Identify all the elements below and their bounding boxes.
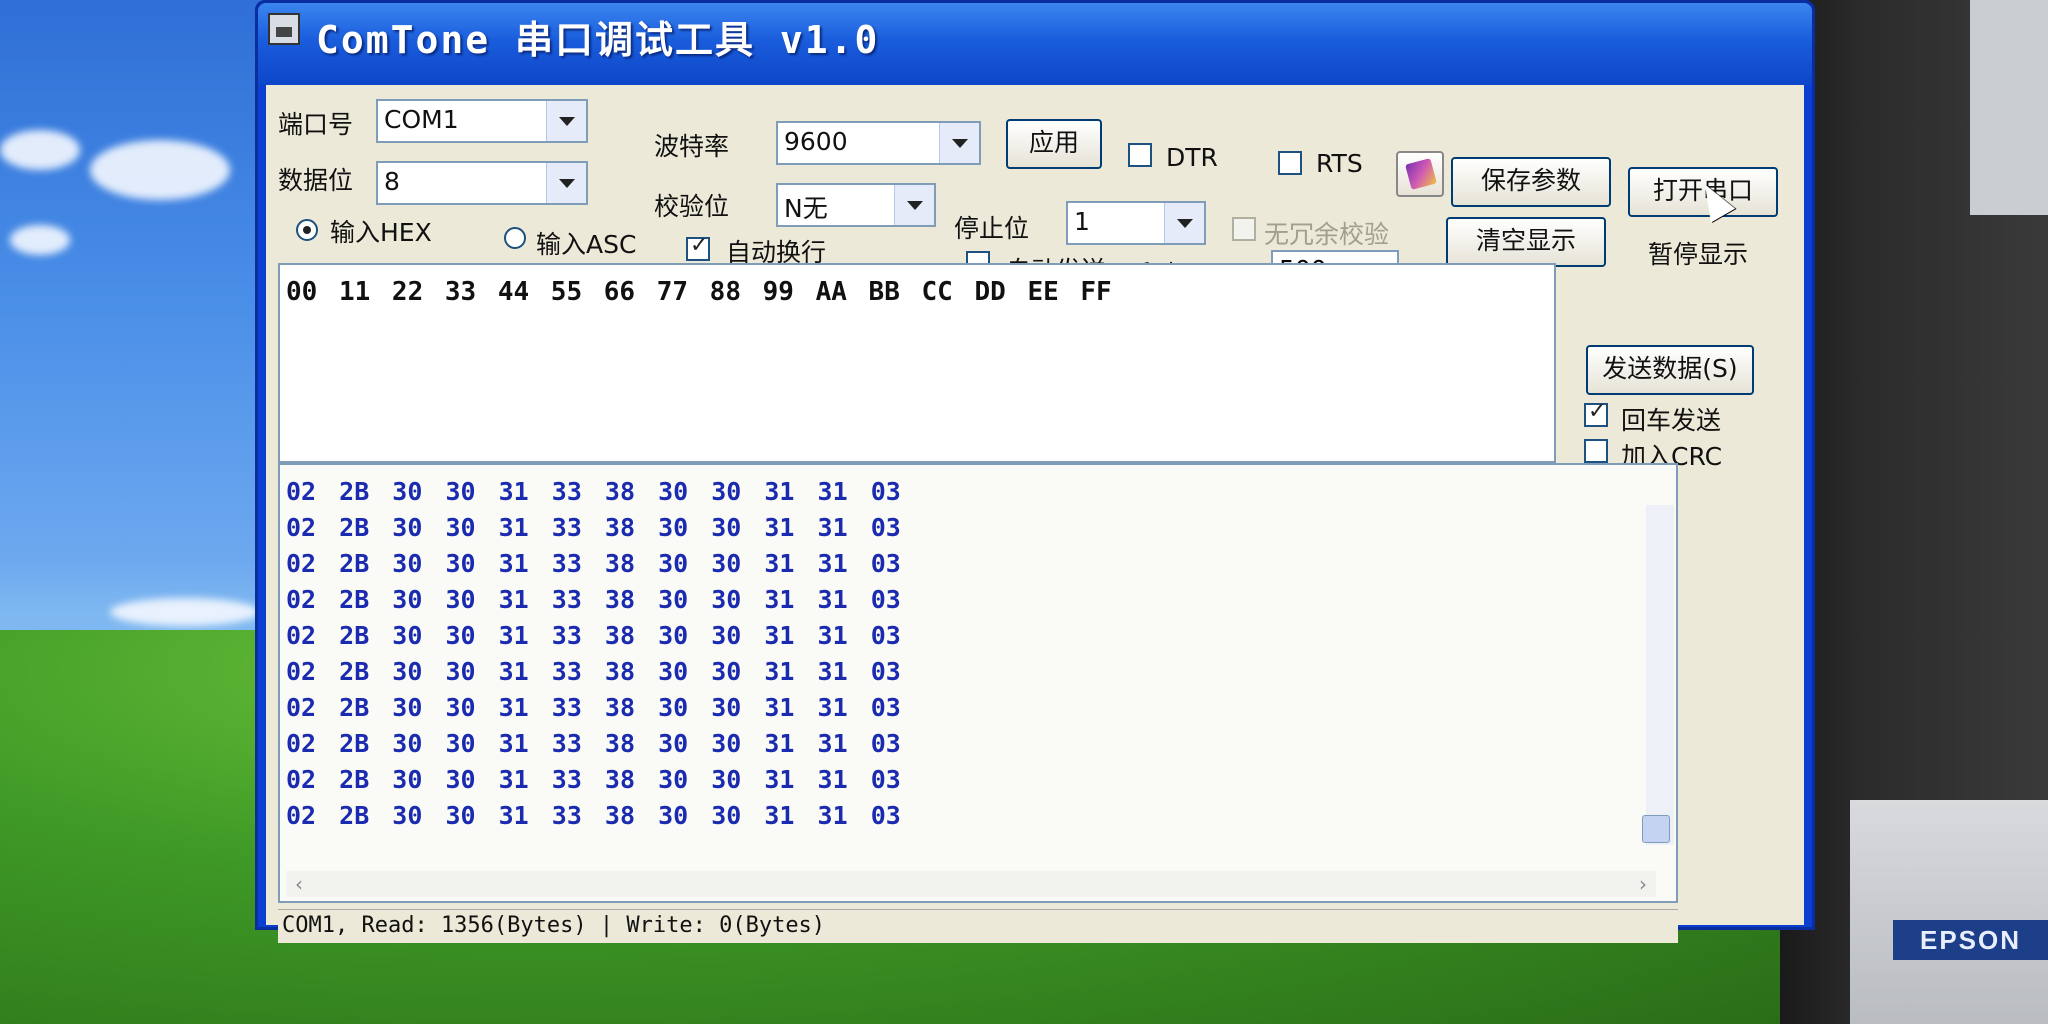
receive-line: 02 2B 30 30 31 33 38 30 30 31 31 03 — [286, 621, 901, 650]
no-redundant-check-checkbox[interactable] — [1232, 217, 1256, 241]
title-bar[interactable]: ComTone 串口调试工具 v1.0 — [258, 3, 1812, 85]
stopbits-select[interactable]: 1 — [1066, 201, 1206, 245]
receive-line: 02 2B 30 30 31 33 38 30 30 31 31 03 — [286, 549, 901, 578]
port-value: COM1 — [384, 105, 459, 134]
input-asc-label: 输入ASC — [536, 230, 637, 259]
chevron-down-icon[interactable] — [1164, 203, 1204, 243]
receive-line: 02 2B 30 30 31 33 38 30 30 31 31 03 — [286, 801, 901, 830]
receive-line: 02 2B 30 30 31 33 38 30 30 31 31 03 — [286, 477, 901, 506]
no-redundant-check-label: 无冗余校验 — [1264, 220, 1390, 249]
cloud — [10, 225, 70, 255]
client-area: 端口号 COM1 波特率 9600 应用 DTR RTS 保存参数 打开串口 数… — [266, 85, 1804, 943]
parity-value: N无 — [784, 194, 828, 223]
rts-checkbox[interactable] — [1278, 151, 1302, 175]
parity-label: 校验位 — [654, 192, 730, 221]
cloud — [110, 598, 260, 626]
cloud — [90, 140, 230, 200]
receive-line: 02 2B 30 30 31 33 38 30 30 31 31 03 — [286, 513, 901, 542]
send-data-button[interactable]: 发送数据(S) — [1586, 345, 1754, 395]
printer — [1850, 800, 2048, 1024]
printer-brand-label: EPSON — [1893, 920, 2048, 960]
background-panel — [1970, 0, 2048, 215]
send-data-input[interactable]: 00 11 22 33 44 55 66 77 88 99 AA BB CC D… — [278, 263, 1556, 463]
scroll-left-icon[interactable]: ‹ — [286, 871, 312, 897]
baud-label: 波特率 — [654, 132, 730, 161]
pause-display-button[interactable]: 暂停显示 — [1648, 235, 1748, 271]
comtone-window: ComTone 串口调试工具 v1.0 _ □ ✕ 端口号 COM1 波特率 9… — [255, 0, 1815, 943]
databits-value: 8 — [384, 167, 400, 196]
horizontal-scrollbar[interactable]: ‹ › — [286, 871, 1656, 897]
dtr-label: DTR — [1166, 143, 1218, 172]
clear-display-button[interactable]: 清空显示 — [1446, 217, 1606, 267]
add-crc-checkbox[interactable] — [1584, 439, 1608, 463]
window-title: ComTone 串口调试工具 v1.0 — [316, 18, 880, 62]
input-asc-radio[interactable] — [504, 227, 526, 249]
receive-line: 02 2B 30 30 31 33 38 30 30 31 31 03 — [286, 693, 901, 722]
send-data-text: 00 11 22 33 44 55 66 77 88 99 AA BB CC D… — [286, 277, 1112, 307]
save-params-button[interactable]: 保存参数 — [1451, 157, 1611, 207]
stopbits-label: 停止位 — [954, 214, 1030, 243]
databits-label: 数据位 — [278, 166, 354, 195]
enter-send-checkbox[interactable] — [1584, 399, 1608, 427]
receive-line: 02 2B 30 30 31 33 38 30 30 31 31 03 — [286, 585, 901, 614]
chevron-down-icon[interactable] — [546, 163, 586, 203]
port-select[interactable]: COM1 — [376, 99, 588, 143]
dtr-checkbox[interactable] — [1128, 143, 1152, 167]
baud-value: 9600 — [784, 127, 848, 156]
receive-display[interactable]: 02 2B 30 30 31 33 38 30 30 31 31 03 02 2… — [278, 463, 1678, 903]
baud-select[interactable]: 9600 — [776, 121, 981, 165]
input-hex-label: 输入HEX — [330, 218, 432, 247]
auto-newline-checkbox[interactable] — [686, 233, 710, 261]
receive-line: 02 2B 30 30 31 33 38 30 30 31 31 03 — [286, 729, 901, 758]
parity-select[interactable]: N无 — [776, 183, 936, 227]
enter-send-label: 回车发送 — [1621, 406, 1722, 435]
scroll-grip-icon[interactable] — [1642, 815, 1670, 843]
rts-label: RTS — [1316, 149, 1363, 178]
vertical-scrollbar[interactable] — [1646, 505, 1674, 845]
cloud — [0, 130, 80, 170]
chevron-down-icon[interactable] — [939, 123, 979, 163]
chevron-down-icon[interactable] — [894, 185, 934, 225]
chevron-down-icon[interactable] — [546, 101, 586, 141]
receive-line: 02 2B 30 30 31 33 38 30 30 31 31 03 — [286, 657, 901, 686]
databits-select[interactable]: 8 — [376, 161, 588, 205]
port-label: 端口号 — [278, 110, 354, 139]
app-icon — [268, 13, 300, 45]
scroll-right-icon[interactable]: › — [1630, 871, 1656, 897]
status-bar: COM1, Read: 1356(Bytes) | Write: 0(Bytes… — [278, 909, 1678, 943]
receive-line: 02 2B 30 30 31 33 38 30 30 31 31 03 — [286, 765, 901, 794]
help-book-icon[interactable] — [1396, 151, 1444, 197]
input-hex-radio[interactable] — [296, 219, 318, 241]
stopbits-value: 1 — [1074, 207, 1090, 236]
apply-button[interactable]: 应用 — [1006, 119, 1102, 169]
